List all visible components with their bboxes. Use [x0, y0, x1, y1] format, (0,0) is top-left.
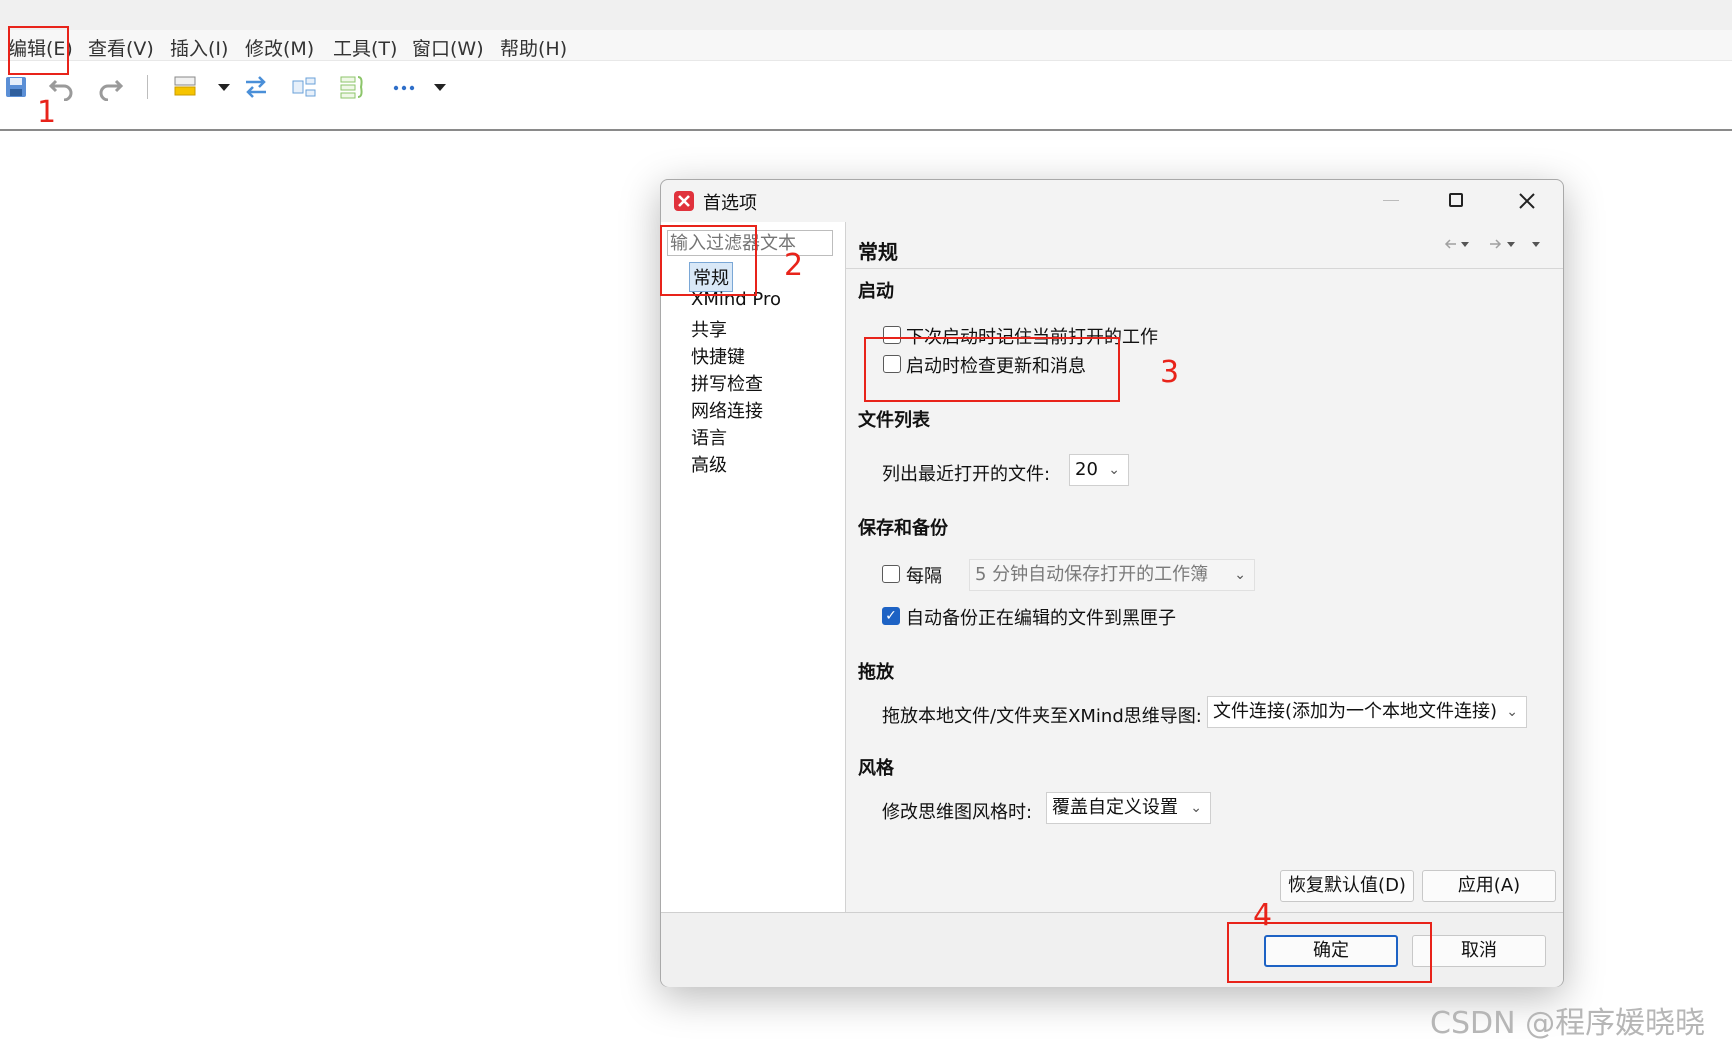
- dragdrop-label: 拖放本地文件/文件夹至XMind思维导图:: [882, 706, 1202, 727]
- nav-item-advanced[interactable]: 高级: [691, 451, 727, 477]
- auto-backup-label: 自动备份正在编辑的文件到黑匣子: [906, 608, 1176, 629]
- back-arrow-icon: [1444, 239, 1456, 249]
- toolbar: [0, 61, 1732, 131]
- style-change-combo[interactable]: 覆盖自定义设置 ⌄: [1046, 792, 1211, 824]
- autosave-interval-combo[interactable]: 5 分钟自动保存打开的工作簿 ⌄: [969, 559, 1255, 591]
- chevron-down-icon: ⌄: [1190, 800, 1202, 816]
- style-icon[interactable]: [172, 73, 200, 101]
- watermark: CSDN @程序媛晓晓: [1430, 1006, 1706, 1041]
- dialog-title: 首选项: [703, 193, 757, 214]
- menu-window[interactable]: 窗口(W): [412, 34, 484, 61]
- more-icon[interactable]: [390, 73, 418, 101]
- menu-view[interactable]: 查看(V): [88, 34, 154, 61]
- redo-icon[interactable]: [96, 73, 124, 101]
- dialog-titlebar: 首选项: [661, 180, 1563, 222]
- chevron-down-icon: ⌄: [1234, 567, 1246, 583]
- page-title: 常规: [858, 240, 898, 264]
- style-change-label: 修改思维图风格时:: [882, 802, 1033, 823]
- annotation-number-1: 1: [37, 95, 57, 130]
- restore-defaults-button[interactable]: 恢复默认值(D): [1280, 870, 1414, 902]
- minimize-button[interactable]: [1383, 200, 1399, 201]
- autosave-checkbox[interactable]: [882, 565, 900, 583]
- menu-modify[interactable]: 修改(M): [245, 34, 314, 61]
- menu-help[interactable]: 帮助(H): [500, 34, 567, 61]
- style-change-value: 覆盖自定义设置: [1052, 797, 1178, 818]
- menu-insert[interactable]: 插入(I): [170, 34, 228, 61]
- recent-files-value: 20: [1075, 459, 1098, 480]
- cancel-button[interactable]: 取消: [1412, 935, 1546, 967]
- annotation-box-1: [8, 26, 69, 75]
- dragdrop-combo[interactable]: 文件连接(添加为一个本地文件连接) ⌄: [1207, 696, 1527, 728]
- nav-item-shortcuts[interactable]: 快捷键: [691, 343, 745, 369]
- annotation-number-4: 4: [1253, 898, 1273, 933]
- nav-item-language[interactable]: 语言: [691, 424, 727, 450]
- section-dragdrop: 拖放: [858, 662, 894, 683]
- section-startup: 启动: [858, 281, 894, 302]
- recent-files-combo[interactable]: 20 ⌄: [1069, 454, 1129, 486]
- summary-icon[interactable]: [290, 73, 318, 101]
- dropdown-icon[interactable]: [210, 73, 238, 101]
- relationship-icon[interactable]: [242, 73, 270, 101]
- preferences-nav: 常规 XMind Pro 共享 快捷键 拼写检查 网络连接 语言 高级: [661, 222, 846, 912]
- history-nav-icons: [1444, 239, 1540, 249]
- autosave-interval-value: 5 分钟自动保存打开的工作簿: [975, 564, 1209, 585]
- dropdown-icon[interactable]: [426, 73, 454, 101]
- close-button[interactable]: [1518, 192, 1536, 210]
- menu-tools[interactable]: 工具(T): [333, 34, 397, 61]
- recent-files-label: 列出最近打开的文件:: [882, 464, 1051, 485]
- autosave-every-label: 每隔: [906, 566, 942, 587]
- section-style: 风格: [858, 758, 894, 779]
- nav-item-spelling[interactable]: 拼写检查: [691, 370, 763, 396]
- save-icon[interactable]: [2, 73, 30, 101]
- annotation-number-2: 2: [784, 248, 804, 283]
- title-divider: [846, 268, 1563, 269]
- toolbar-separator: [147, 75, 148, 99]
- section-backup: 保存和备份: [858, 518, 948, 539]
- annotation-number-3: 3: [1160, 355, 1180, 390]
- window-top-strip: [0, 0, 1732, 30]
- section-filelist: 文件列表: [858, 410, 930, 431]
- menu-bar: 编辑(E) 查看(V) 插入(I) 修改(M) 工具(T) 窗口(W) 帮助(H…: [0, 30, 1732, 61]
- chevron-down-icon: [1507, 242, 1515, 247]
- preferences-dialog: 首选项 常规 XMind Pro 共享 快捷键 拼写检查 网络连接 语言 高级 …: [660, 179, 1564, 987]
- maximize-button[interactable]: [1449, 193, 1463, 207]
- chevron-down-icon: ⌄: [1108, 462, 1120, 478]
- chevron-down-icon: ⌄: [1506, 704, 1518, 720]
- chevron-down-icon: [1461, 242, 1469, 247]
- boundary-icon[interactable]: [338, 73, 366, 101]
- apply-button[interactable]: 应用(A): [1422, 870, 1556, 902]
- preferences-content: 常规 启动 下次启动时记住当前打开的工作 启动时检查更新和消息 文件列表 列出最…: [846, 222, 1563, 912]
- annotation-box-2: [660, 225, 757, 296]
- forward-arrow-icon: [1490, 239, 1502, 249]
- nav-item-sharing[interactable]: 共享: [691, 316, 727, 342]
- xmind-logo-icon: [674, 191, 694, 211]
- view-menu-icon: [1532, 242, 1540, 247]
- auto-backup-checkbox[interactable]: ✓: [882, 607, 900, 625]
- dragdrop-value: 文件连接(添加为一个本地文件连接): [1213, 701, 1498, 722]
- nav-item-network[interactable]: 网络连接: [691, 397, 763, 423]
- annotation-box-3: [864, 337, 1120, 402]
